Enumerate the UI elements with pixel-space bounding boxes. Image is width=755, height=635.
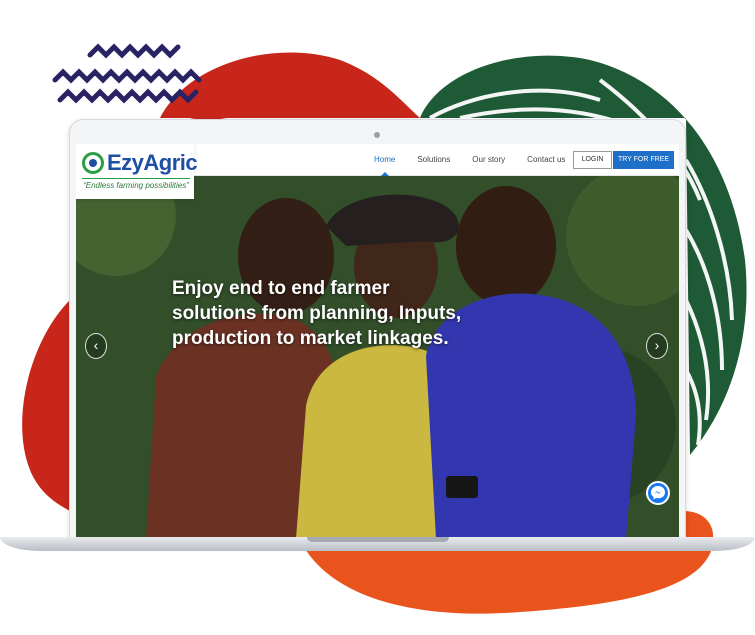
logo-text: EzyAgric	[107, 150, 198, 175]
hero-headline: Enjoy end to end farmer solutions from p…	[172, 278, 462, 349]
chevron-right-icon: ›	[654, 337, 660, 353]
nav-link-solutions[interactable]: Solutions	[417, 144, 450, 176]
hero-photo	[76, 176, 679, 539]
ezyagric-logo-icon	[82, 152, 104, 174]
carousel-prev-button[interactable]: ‹	[85, 333, 107, 359]
login-button[interactable]: LOGIN	[573, 151, 612, 169]
nav-link-our-story[interactable]: Our story	[472, 144, 505, 176]
site-navbar: EzyAgric “Endless farming possibilities”…	[76, 144, 679, 199]
nav-link-home[interactable]: Home	[374, 144, 395, 176]
laptop-screen: Enjoy end to end farmer solutions from p…	[76, 144, 679, 539]
logo[interactable]: EzyAgric “Endless farming possibilities”	[76, 144, 198, 199]
nav-link-contact-us[interactable]: Contact us	[527, 144, 565, 176]
chevron-left-icon: ‹	[93, 337, 99, 353]
messenger-chat-button[interactable]	[646, 481, 670, 505]
nav-menu: Home Solutions Our story Contact us	[374, 144, 587, 176]
try-for-free-button[interactable]: TRY FOR FREE	[613, 151, 674, 169]
hero-carousel[interactable]: Enjoy end to end farmer solutions from p…	[76, 176, 679, 539]
red-blob-top	[160, 52, 420, 118]
laptop-frame: Enjoy end to end farmer solutions from p…	[69, 119, 686, 544]
logo-tagline: “Endless farming possibilities”	[82, 178, 190, 190]
carousel-next-button[interactable]: ›	[646, 333, 668, 359]
camera-icon	[374, 132, 380, 138]
messenger-icon	[651, 486, 665, 500]
laptop-notch	[307, 537, 449, 542]
